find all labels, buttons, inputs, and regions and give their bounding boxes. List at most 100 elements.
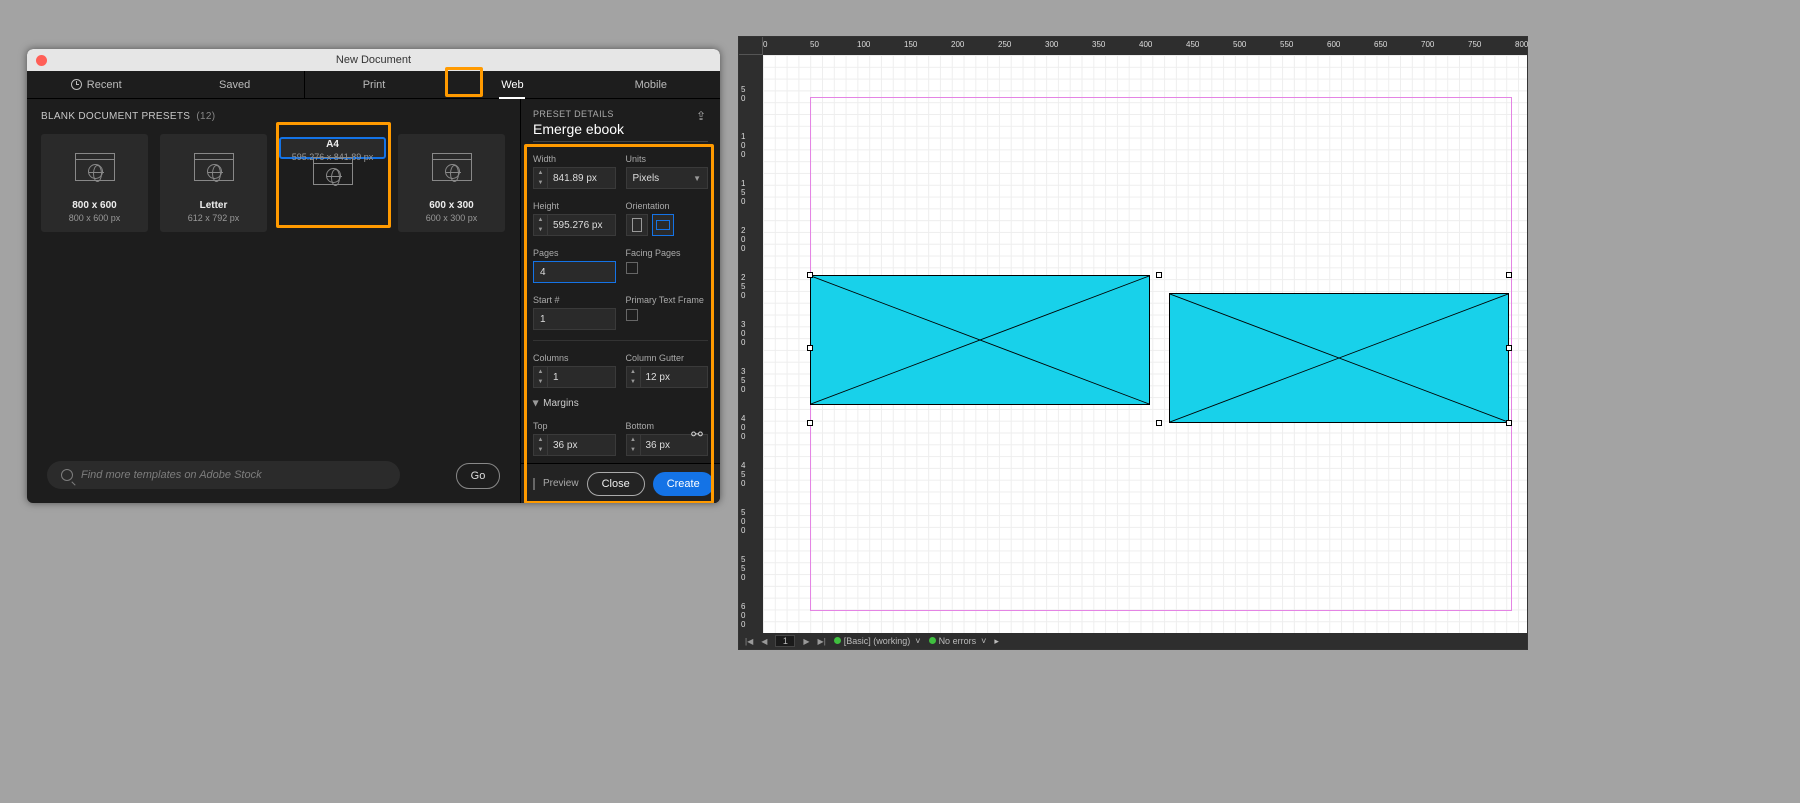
ruler-tick: 750: [1468, 40, 1481, 49]
nav-last-icon[interactable]: ▶|: [818, 637, 826, 646]
preset-600x300[interactable]: 600 x 300 600 x 300 px: [398, 134, 505, 232]
layout-indicator[interactable]: [Basic] (working) ˅: [834, 636, 921, 646]
columns-label: Columns: [533, 353, 616, 363]
selection-handle[interactable]: [1506, 272, 1512, 278]
clock-icon: [71, 79, 82, 90]
ruler-tick: 100: [857, 40, 870, 49]
dialog-footer: Preview Close Create: [521, 463, 720, 503]
stepper-icon[interactable]: ▲▼: [627, 435, 641, 455]
vertical-ruler[interactable]: 50100150200250300350400450500550600: [739, 55, 763, 633]
window-close-button[interactable]: [36, 55, 47, 66]
status-dot-icon: [929, 637, 936, 644]
link-margins-icon[interactable]: ⚯: [688, 425, 706, 443]
preflight-status[interactable]: No errors ˅: [929, 636, 987, 646]
ruler-tick: 200: [951, 40, 964, 49]
margin-top-input[interactable]: ▲▼36 px: [533, 434, 616, 456]
width-input[interactable]: ▲▼841.89 px: [533, 167, 616, 189]
stepper-icon[interactable]: ▲▼: [534, 435, 548, 455]
preset-800x600[interactable]: 800 x 600 800 x 600 px: [41, 134, 148, 232]
status-menu-icon[interactable]: ▸: [994, 636, 999, 647]
chevron-down-icon: ▶: [532, 400, 541, 406]
preview-checkbox[interactable]: [533, 478, 535, 490]
gutter-label: Column Gutter: [626, 353, 709, 363]
tab-saved[interactable]: Saved: [165, 71, 303, 99]
orientation-portrait[interactable]: [626, 214, 648, 236]
ruler-tick: 400: [1139, 40, 1152, 49]
stepper-icon[interactable]: ▲▼: [534, 168, 548, 188]
orientation-landscape[interactable]: [652, 214, 674, 236]
ruler-tick: 450: [1186, 40, 1199, 49]
category-tabs: Recent Saved Print Web Mobile: [27, 71, 720, 99]
page-icon: [194, 153, 234, 181]
units-select[interactable]: Pixels▼: [626, 167, 709, 189]
dialog-titlebar: New Document: [27, 49, 720, 71]
nav-prev-icon[interactable]: ◀: [761, 637, 767, 646]
ruler-tick: 250: [998, 40, 1011, 49]
status-dot-icon: [834, 637, 841, 644]
ruler-tick: 500: [1233, 40, 1246, 49]
search-placeholder: Find more templates on Adobe Stock: [81, 469, 262, 481]
ruler-tick: 350: [1092, 40, 1105, 49]
image-frame-2[interactable]: [1169, 293, 1509, 423]
pages-input[interactable]: 4: [533, 261, 616, 283]
ruler-tick: 550: [741, 555, 745, 582]
start-input[interactable]: 1: [533, 308, 616, 330]
ruler-origin[interactable]: [739, 37, 763, 55]
selection-handle[interactable]: [807, 420, 813, 426]
tab-recent[interactable]: Recent: [27, 71, 165, 99]
stepper-icon[interactable]: ▲▼: [534, 215, 548, 235]
dialog-title: New Document: [336, 54, 411, 66]
units-label: Units: [626, 154, 709, 164]
create-button[interactable]: Create: [653, 472, 714, 496]
document-name[interactable]: Emerge ebook: [533, 121, 708, 142]
tab-mobile[interactable]: Mobile: [582, 71, 720, 99]
stock-search[interactable]: Find more templates on Adobe Stock: [47, 461, 400, 489]
ruler-tick: 600: [1327, 40, 1340, 49]
status-bar: |◀ ◀ 1 ▶ ▶| [Basic] (working) ˅ No error…: [739, 633, 1527, 649]
tab-web[interactable]: Web: [443, 71, 581, 99]
nav-first-icon[interactable]: |◀: [745, 637, 753, 646]
presets-heading: BLANK DOCUMENT PRESETS (12): [41, 111, 510, 122]
pages-label: Pages: [533, 248, 616, 258]
stepper-icon[interactable]: ▲▼: [627, 367, 641, 387]
ruler-tick: 500: [741, 508, 745, 535]
tab-print[interactable]: Print: [304, 71, 443, 99]
width-label: Width: [533, 154, 616, 164]
horizontal-ruler[interactable]: 0501001502002503003504004505005506006507…: [763, 37, 1527, 55]
orientation-label: Orientation: [626, 201, 709, 211]
margin-top-label: Top: [533, 421, 616, 431]
selection-handle[interactable]: [1506, 420, 1512, 426]
primary-text-frame-label: Primary Text Frame: [626, 295, 709, 305]
preset-details-panel: PRESET DETAILS ⇪ Emerge ebook Width ▲▼84…: [520, 99, 720, 503]
ruler-tick: 300: [741, 320, 745, 347]
ruler-tick: 550: [1280, 40, 1293, 49]
page-icon: [75, 153, 115, 181]
selection-handle[interactable]: [1506, 345, 1512, 351]
selection-handle[interactable]: [1156, 420, 1162, 426]
stepper-icon[interactable]: ▲▼: [534, 367, 548, 387]
facing-pages-label: Facing Pages: [626, 248, 709, 258]
selection-handle[interactable]: [807, 345, 813, 351]
columns-input[interactable]: ▲▼1: [533, 366, 616, 388]
height-label: Height: [533, 201, 616, 211]
import-icon[interactable]: ⇪: [696, 109, 706, 123]
document-window: 0501001502002503003504004505005506006507…: [738, 36, 1528, 650]
close-button[interactable]: Close: [587, 472, 645, 496]
page-icon: [432, 153, 472, 181]
height-input[interactable]: ▲▼595.276 px: [533, 214, 616, 236]
go-button[interactable]: Go: [456, 463, 500, 489]
chevron-down-icon: ▼: [693, 174, 701, 183]
primary-text-frame-checkbox[interactable]: [626, 309, 638, 321]
selection-handle[interactable]: [1156, 272, 1162, 278]
margins-heading[interactable]: ▶Margins: [533, 398, 708, 409]
ruler-tick: 250: [741, 273, 745, 300]
page-number-field[interactable]: 1: [775, 635, 795, 647]
gutter-input[interactable]: ▲▼12 px: [626, 366, 709, 388]
nav-next-icon[interactable]: ▶: [803, 637, 809, 646]
preset-a4[interactable]: A4 595.276 x 841.89 px: [279, 137, 386, 159]
canvas[interactable]: [763, 55, 1527, 633]
image-frame-1[interactable]: [810, 275, 1150, 405]
facing-pages-checkbox[interactable]: [626, 262, 638, 274]
selection-handle[interactable]: [807, 272, 813, 278]
preset-letter[interactable]: Letter 612 x 792 px: [160, 134, 267, 232]
